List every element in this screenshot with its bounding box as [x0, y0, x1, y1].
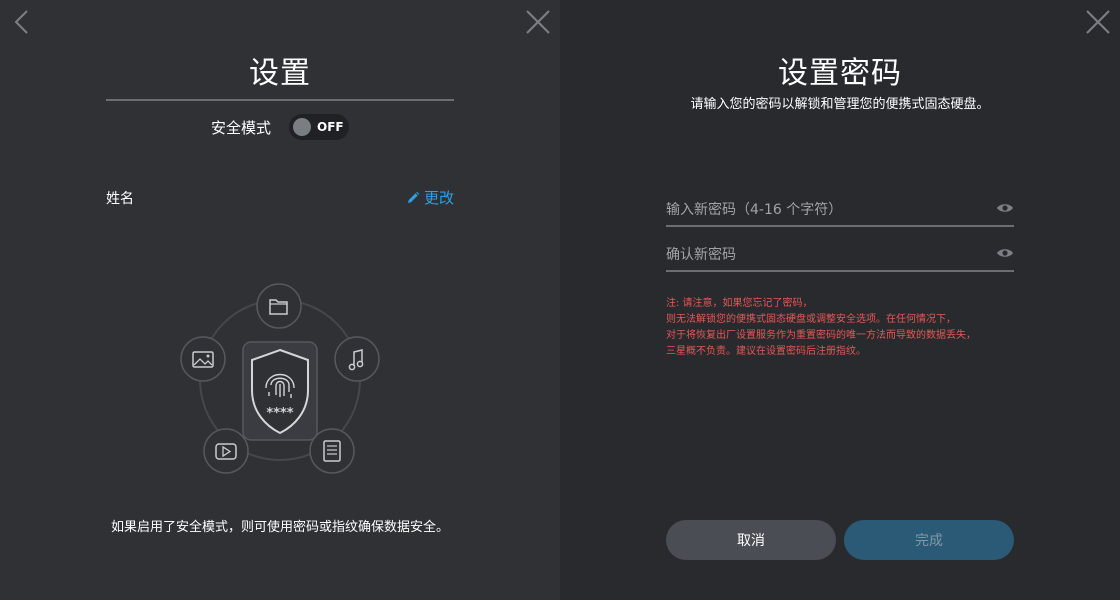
new-password-input[interactable]	[666, 197, 986, 223]
warning-line: 注: 请注意，如果您忘记了密码，	[666, 298, 813, 309]
toggle-state-text: OFF	[317, 120, 344, 134]
back-icon[interactable]	[10, 8, 34, 36]
safe-mode-note: 如果启用了安全模式，则可使用密码或指纹确保数据安全。	[110, 520, 449, 535]
confirm-password-field	[666, 238, 1014, 272]
security-illustration: ****	[180, 283, 380, 474]
warning-line: 三星概不负责。建议在设置密码后注册指纹。	[666, 346, 866, 357]
safe-mode-row: 安全模式 OFF	[0, 114, 560, 140]
password-warning: 注: 请注意，如果您忘记了密码， 则无法解锁您的便携式固态硬盘或调整安全选项。在…	[666, 296, 1026, 360]
done-button[interactable]: 完成	[844, 520, 1014, 560]
settings-title: 设置	[249, 56, 311, 91]
edit-label: 更改	[423, 189, 454, 207]
password-title: 设置密码	[778, 56, 902, 91]
title-divider	[106, 99, 454, 101]
settings-panel: 设置 安全模式 OFF 姓名 更改 **** 如果启用了安全模式，则可使用密码或…	[0, 0, 560, 600]
music-icon	[334, 336, 380, 382]
warning-line: 则无法解锁您的便携式固态硬盘或调整安全选项。在任何情况下，	[666, 314, 956, 325]
password-subtitle: 请输入您的密码以解锁和管理您的便携式固态硬盘。	[690, 97, 990, 112]
edit-name-link[interactable]: 更改	[406, 187, 454, 208]
folder-icon	[256, 283, 302, 329]
video-play-icon	[203, 428, 249, 474]
safe-mode-label: 安全模式	[210, 118, 271, 137]
close-icon[interactable]	[1085, 9, 1111, 35]
toggle-knob	[293, 118, 311, 136]
image-icon	[180, 336, 226, 382]
eye-icon[interactable]	[996, 247, 1014, 259]
name-label: 姓名	[106, 191, 134, 207]
pencil-icon	[407, 191, 420, 203]
cancel-button[interactable]: 取消	[666, 520, 836, 560]
eye-icon[interactable]	[996, 202, 1014, 214]
warning-line: 对于将恢复出厂设置服务作为重置密码的唯一方法而导致的数据丢失，	[666, 330, 976, 341]
pin-dots: ****	[266, 406, 293, 421]
fingerprint-shield-icon: ****	[242, 341, 318, 441]
close-icon[interactable]	[525, 9, 551, 35]
new-password-field	[666, 193, 1014, 227]
safe-mode-toggle[interactable]: OFF	[289, 114, 349, 140]
password-panel: 设置密码 请输入您的密码以解锁和管理您的便携式固态硬盘。 注: 请注意，如果您忘…	[560, 0, 1120, 600]
confirm-password-input[interactable]	[666, 242, 986, 268]
